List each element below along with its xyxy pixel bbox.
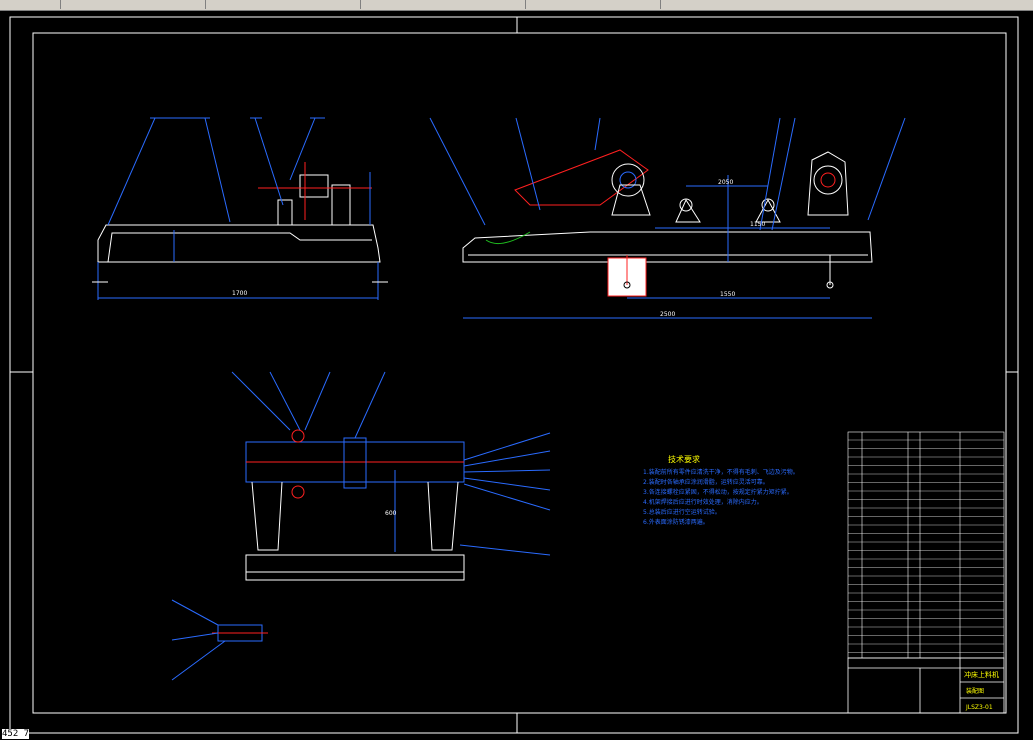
note-3: 3.各连接螺栓应紧固，不得松动，按规定拧紧力矩拧紧。 bbox=[643, 488, 793, 496]
sheet-border bbox=[9, 16, 1019, 734]
coordinate-readout: 452 7 bbox=[2, 729, 30, 739]
detail-view bbox=[171, 599, 268, 681]
dim-top-span: 2050 bbox=[718, 179, 733, 186]
front-view-right bbox=[429, 117, 906, 319]
parts-list bbox=[847, 431, 1005, 659]
title-block-title: 冲床上料机 bbox=[964, 670, 999, 679]
note-1: 1.装配前所有零件应清洗干净，不得有毛刺、飞边及污物。 bbox=[643, 468, 799, 476]
dim-section-height: 600 bbox=[385, 510, 397, 517]
side-view-left bbox=[92, 117, 388, 300]
dim-right-length: 2500 bbox=[660, 311, 675, 318]
dim-center-span: 1150 bbox=[750, 221, 765, 228]
note-6: 6.外表面涂防锈漆两遍。 bbox=[643, 518, 709, 526]
drawing-frame bbox=[32, 32, 1007, 714]
title-block-drawing-no: JLSZ3-01 bbox=[965, 704, 993, 711]
note-4: 4.机架焊接后应进行时效处理，消除内应力。 bbox=[643, 498, 763, 506]
title-block-company: 装配图 bbox=[966, 687, 984, 695]
notes-title: 技术要求 bbox=[668, 454, 700, 464]
parts-list-rows bbox=[848, 439, 1004, 653]
note-5: 5.总装后应进行空运转试验。 bbox=[643, 508, 721, 516]
section-view bbox=[231, 371, 551, 581]
dim-left-length: 1700 bbox=[232, 290, 247, 297]
cad-drawing-canvas[interactable]: 1700 2500 1550 1150 2050 600 技术要求 1.装配前所… bbox=[0, 0, 1033, 740]
dim-right-sub: 1550 bbox=[720, 291, 735, 298]
note-2: 2.装配时各轴承应涂润滑脂，运转应灵活可靠。 bbox=[643, 478, 769, 486]
